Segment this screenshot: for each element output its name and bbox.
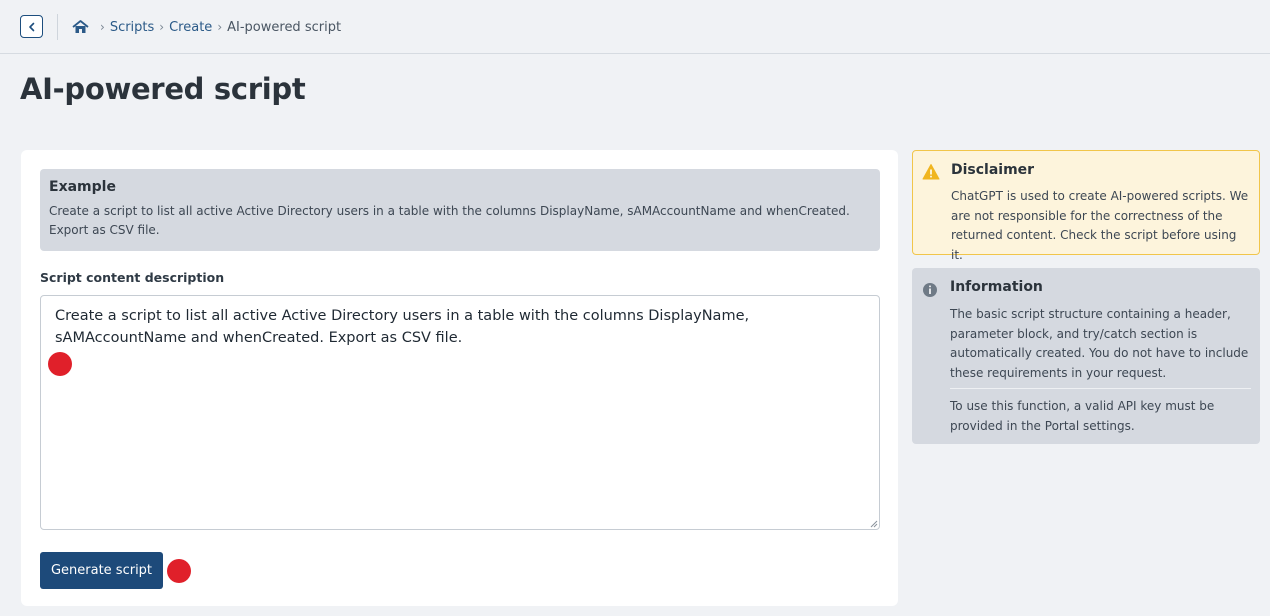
divider: [950, 388, 1251, 389]
disclaimer-panel: Disclaimer ChatGPT is used to create AI-…: [912, 150, 1260, 262]
breadcrumb-item-scripts[interactable]: Scripts: [110, 20, 154, 35]
generate-script-button[interactable]: Generate script: [40, 552, 163, 589]
chevron-right-icon: ›: [159, 20, 165, 34]
warning-icon: [922, 164, 940, 180]
disclaimer-title: Disclaimer: [951, 162, 1035, 178]
breadcrumb-item-current: AI-powered script: [227, 19, 342, 35]
marker-dot: [167, 559, 191, 583]
information-text: The basic script structure containing a …: [950, 307, 1249, 380]
information-title: Information: [950, 279, 1043, 295]
back-button[interactable]: [20, 15, 43, 38]
marker-dot: [48, 352, 72, 376]
chevron-right-icon: ›: [100, 20, 105, 34]
resize-handle-icon[interactable]: [870, 520, 878, 528]
disclaimer-text: ChatGPT is used to create AI-powered scr…: [951, 189, 1249, 262]
description-label: Script content description: [40, 270, 225, 285]
info-icon: [923, 283, 937, 297]
example-text: Create a script to list all active Activ…: [49, 204, 850, 237]
information-api-note: To use this function, a valid API key mu…: [950, 399, 1215, 433]
description-textarea[interactable]: Create a script to list all active Activ…: [40, 295, 880, 530]
example-title: Example: [49, 179, 116, 195]
script-form-card: Example Create a script to list all acti…: [21, 150, 898, 606]
breadcrumb: › Scripts › Create › AI-powered script: [72, 17, 341, 37]
chevron-right-icon: ›: [217, 20, 223, 34]
example-box: Example Create a script to list all acti…: [40, 169, 880, 251]
information-panel: Information The basic script structure c…: [912, 268, 1260, 444]
chevron-left-icon: [28, 22, 34, 31]
home-icon[interactable]: [72, 20, 89, 34]
divider: [57, 14, 58, 40]
top-bar: › Scripts › Create › AI-powered script: [0, 0, 1270, 54]
breadcrumb-item-create[interactable]: Create: [169, 20, 212, 35]
page-title: AI-powered script: [20, 72, 306, 106]
